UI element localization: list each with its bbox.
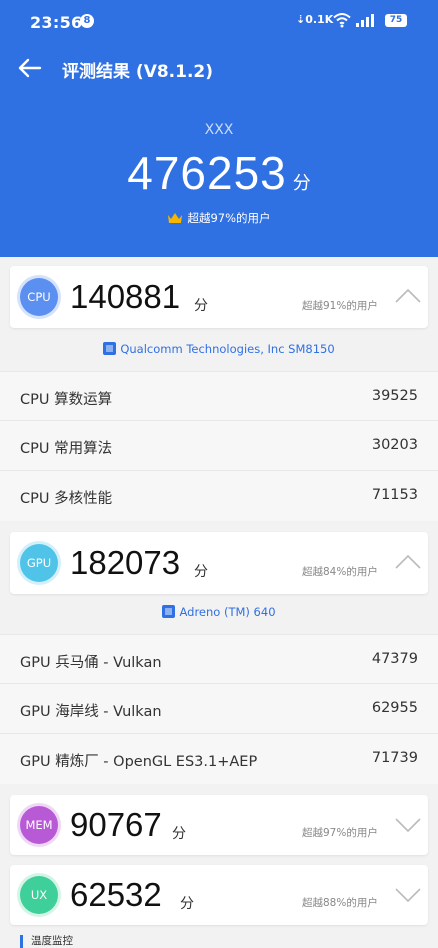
ux-score-unit: 分 (180, 896, 194, 912)
mem-score: 90767 (70, 806, 162, 843)
ux-score-card[interactable]: UX 62532 分 超越88%的用户 (10, 865, 428, 925)
ux-rank: 超越88%的用户 (302, 897, 378, 909)
header: 23:56 8 ⇣0.1K 75 评测结果 (V8.1.2) XXX 47625… (0, 0, 438, 257)
net-speed: ⇣0.1K (296, 13, 334, 26)
sub-value: 62955 (371, 700, 418, 716)
gpu-sub-row-terracotta: GPU 兵马俑 - Vulkan 47379 (0, 634, 438, 684)
gpu-sub-row-refinery: GPU 精炼厂 - OpenGL ES3.1+AEP 71739 (0, 734, 438, 784)
notification-badge: 8 (80, 14, 94, 28)
cpu-score: 140881 (70, 278, 181, 315)
chevron-up-icon[interactable] (395, 288, 421, 304)
sub-value: 30203 (371, 437, 418, 453)
gpu-score-unit: 分 (194, 564, 208, 580)
mem-badge: MEM (20, 806, 58, 844)
status-time: 23:56 (30, 13, 83, 32)
sub-value: 47379 (371, 651, 418, 667)
crown-icon (168, 213, 183, 223)
sub-label: CPU 算数运算 (20, 392, 113, 408)
sub-value: 71153 (371, 487, 418, 503)
cpu-score-unit: 分 (194, 298, 208, 314)
cpu-sub-row-algo: CPU 常用算法 30203 (0, 421, 438, 471)
gpu-chip-name: Adreno (TM) 640 (179, 605, 276, 619)
sub-value: 71739 (371, 750, 418, 766)
device-name: XXX (204, 122, 234, 138)
wifi-icon (333, 13, 351, 28)
cpu-sub-row-multicore: CPU 多核性能 71153 (0, 471, 438, 521)
net-speed-value: 0.1K (305, 13, 334, 26)
sub-label: CPU 常用算法 (20, 441, 113, 457)
cpu-sub-row-arith: CPU 算数运算 39525 (0, 371, 438, 421)
mem-rank: 超越97%的用户 (302, 827, 378, 839)
cpu-chip-name: Qualcomm Technologies, Inc SM8150 (120, 342, 335, 356)
gpu-score-card[interactable]: GPU 182073 分 超越84%的用户 (10, 532, 428, 594)
gpu-chip-info: Adreno (TM) 640 (0, 605, 438, 619)
chevron-up-icon[interactable] (395, 554, 421, 570)
mem-score-unit: 分 (172, 826, 186, 842)
gpu-badge: GPU (20, 544, 58, 582)
sub-label: GPU 兵马俑 - Vulkan (20, 655, 162, 671)
sub-label: GPU 精炼厂 - OpenGL ES3.1+AEP (20, 754, 258, 770)
chevron-down-icon[interactable] (395, 817, 421, 833)
total-rank-text: 超越97%的用户 (187, 211, 271, 225)
total-score-row: 476253 分 (0, 146, 438, 200)
gpu-rank: 超越84%的用户 (302, 566, 378, 578)
status-bar: 23:56 8 ⇣0.1K 75 (0, 0, 438, 44)
signal-icon (356, 14, 374, 27)
page-title: 评测结果 (V8.1.2) (62, 62, 214, 82)
battery-icon: 75 (385, 14, 407, 27)
temperature-section-title: 温度监控 (20, 935, 73, 948)
total-score-unit: 分 (292, 173, 311, 194)
chip-icon (103, 342, 117, 355)
chevron-down-icon[interactable] (395, 887, 421, 903)
gpu-score: 182073 (70, 544, 181, 581)
sub-label: GPU 海岸线 - Vulkan (20, 704, 162, 720)
chip-icon (162, 605, 176, 618)
sub-value: 39525 (371, 388, 418, 404)
ux-badge: UX (20, 876, 58, 914)
ux-score: 62532 (70, 876, 162, 913)
cpu-chip-info: Qualcomm Technologies, Inc SM8150 (0, 342, 438, 356)
back-arrow-icon[interactable] (16, 56, 44, 80)
total-score: 476253 (127, 147, 287, 199)
cpu-score-card[interactable]: CPU 140881 分 超越91%的用户 (10, 266, 428, 328)
sub-label: CPU 多核性能 (20, 491, 113, 507)
total-rank: 超越97%的用户 (0, 210, 438, 226)
cpu-rank: 超越91%的用户 (302, 300, 378, 312)
cpu-badge: CPU (20, 278, 58, 316)
mem-score-card[interactable]: MEM 90767 分 超越97%的用户 (10, 795, 428, 855)
gpu-sub-row-coastline: GPU 海岸线 - Vulkan 62955 (0, 684, 438, 734)
